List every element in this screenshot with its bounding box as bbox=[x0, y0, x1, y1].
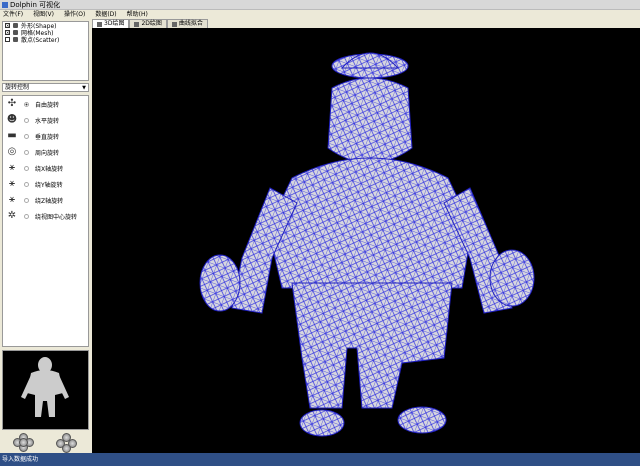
scatter-icon bbox=[13, 37, 18, 42]
rotation-radio[interactable] bbox=[24, 149, 29, 155]
tab-2d[interactable]: 2D绘图 bbox=[129, 19, 167, 28]
rotation-mode-item[interactable]: ⚹ 绕Z轴旋转 bbox=[3, 192, 88, 208]
window-title: Dolphin 可视化 bbox=[10, 1, 61, 9]
rotation-mode-list: ✣ 自由旋转 ☻ 水平旋转 ▬ 垂直旋转 ◎ 周向旋转 ⚹ 绕X轴旋转 ⚹ 绕Y轴旋转 ⚹ 绕Z轴旋转 ✲ 绕… bbox=[2, 95, 89, 347]
rotation-mode-label: 绕视图中心旋转 bbox=[35, 213, 78, 221]
title-bar: Dolphin 可视化 bbox=[0, 0, 640, 10]
menu-bar: 文件(F) 视图(V) 操作(O) 数据(D) 帮助(H) bbox=[0, 10, 640, 19]
circular-rotate-icon: ◎ bbox=[7, 146, 17, 157]
tab-curve[interactable]: 曲线拟合 bbox=[166, 19, 208, 28]
view-tabs: 3D绘图 2D绘图 曲线拟合 bbox=[92, 19, 208, 28]
rotation-mode-label: 绕Y轴旋转 bbox=[35, 181, 63, 189]
y-axis-icon: ⚹ bbox=[9, 178, 15, 189]
view-center-icon: ✲ bbox=[7, 210, 17, 221]
mesh-icon bbox=[13, 30, 18, 35]
rotation-radio[interactable] bbox=[24, 165, 29, 171]
curve-icon bbox=[171, 21, 177, 27]
rotation-mode-label: 自由旋转 bbox=[35, 101, 60, 109]
left-panel: ✕ 外形(Shape) ✕ 网格(Mesh) 散点(Scatter) 旋转控制 ▼ ✣… bbox=[0, 19, 91, 453]
tab-label: 3D绘图 bbox=[104, 20, 125, 27]
rotation-radio[interactable] bbox=[24, 181, 29, 187]
menu-operate[interactable]: 操作(O) bbox=[64, 10, 85, 19]
free-rotate-icon: ✣ bbox=[7, 98, 17, 109]
rotation-mode-item[interactable]: ☻ 水平旋转 bbox=[3, 112, 88, 128]
menu-file[interactable]: 文件(F) bbox=[3, 10, 23, 19]
rotation-radio[interactable] bbox=[24, 133, 29, 139]
tab-label: 曲线拟合 bbox=[178, 20, 203, 27]
rotation-mode-item[interactable]: ✲ 绕视图中心旋转 bbox=[3, 208, 88, 224]
rotate-pad[interactable] bbox=[12, 432, 35, 453]
status-text: 导入数据成功 bbox=[2, 456, 39, 463]
rotation-radio[interactable] bbox=[24, 197, 29, 203]
rotation-radio[interactable] bbox=[24, 213, 29, 219]
rotation-mode-label: 绕Z轴旋转 bbox=[35, 197, 64, 205]
preview-figure bbox=[21, 357, 69, 417]
vertical-rotate-icon: ▬ bbox=[7, 130, 17, 141]
horizontal-rotate-icon: ☻ bbox=[6, 114, 18, 125]
rotation-mode-label: 绕X轴旋转 bbox=[35, 165, 64, 173]
shape-icon bbox=[13, 23, 18, 28]
rotation-mode-item[interactable]: ▬ 垂直旋转 bbox=[3, 128, 88, 144]
control-mode-select[interactable]: 旋转控制 ▼ bbox=[2, 83, 89, 92]
layer-scatter[interactable]: 散点(Scatter) bbox=[3, 36, 88, 44]
rotation-radio[interactable] bbox=[24, 117, 29, 123]
menu-help[interactable]: 帮助(H) bbox=[127, 10, 148, 19]
layer-list: ✕ 外形(Shape) ✕ 网格(Mesh) 散点(Scatter) bbox=[2, 21, 89, 81]
rotation-radio[interactable] bbox=[24, 101, 29, 107]
tab-label: 2D绘图 bbox=[141, 20, 162, 27]
pan-pad[interactable] bbox=[56, 432, 78, 453]
model-preview bbox=[2, 350, 89, 430]
layer-checkbox[interactable] bbox=[5, 37, 10, 42]
select-value: 旋转控制 bbox=[5, 84, 30, 91]
wireframe-model bbox=[199, 52, 535, 437]
rotation-mode-label: 周向旋转 bbox=[35, 149, 60, 157]
chevron-down-icon: ▼ bbox=[82, 85, 86, 91]
rotation-mode-label: 垂直旋转 bbox=[35, 133, 60, 141]
layer-checkbox[interactable]: ✕ bbox=[5, 30, 10, 35]
x-axis-icon: ⚹ bbox=[9, 162, 15, 173]
app-icon bbox=[2, 2, 8, 8]
tab-3d[interactable]: 3D绘图 bbox=[92, 19, 130, 28]
menu-view[interactable]: 视图(V) bbox=[33, 10, 54, 19]
rotation-mode-item[interactable]: ✣ 自由旋转 bbox=[3, 96, 88, 112]
z-axis-icon: ⚹ bbox=[9, 194, 15, 205]
rotation-mode-label: 水平旋转 bbox=[35, 117, 60, 125]
2d-icon bbox=[134, 21, 140, 27]
navigation-pads bbox=[2, 432, 89, 453]
rotation-mode-item[interactable]: ⚹ 绕Y轴旋转 bbox=[3, 176, 88, 192]
layer-label: 散点(Scatter) bbox=[21, 37, 60, 44]
3d-viewport[interactable] bbox=[92, 28, 640, 453]
rotation-mode-item[interactable]: ◎ 周向旋转 bbox=[3, 144, 88, 160]
3d-icon bbox=[97, 21, 102, 27]
menu-data[interactable]: 数据(D) bbox=[95, 10, 116, 19]
status-bar: 导入数据成功 bbox=[0, 453, 640, 466]
rotation-mode-item[interactable]: ⚹ 绕X轴旋转 bbox=[3, 160, 88, 176]
layer-checkbox[interactable]: ✕ bbox=[5, 23, 10, 28]
